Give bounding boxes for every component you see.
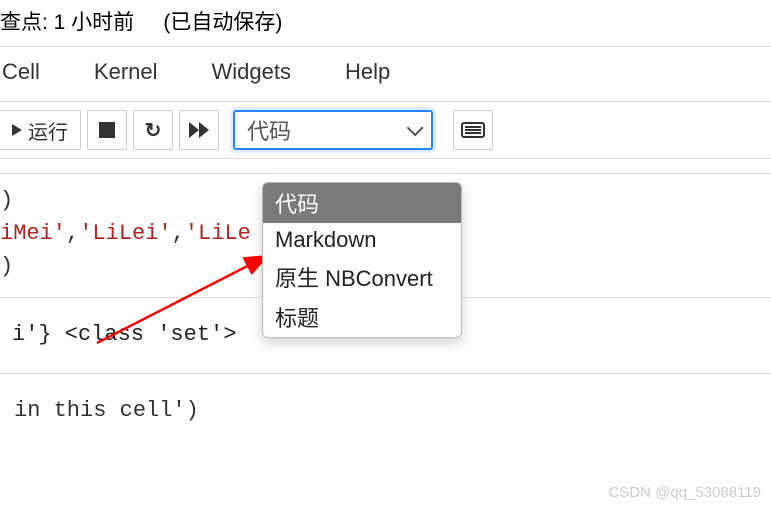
restart-button[interactable]: ↻ (133, 110, 173, 150)
cell-type-select[interactable]: 代码 (233, 110, 433, 150)
menu-kernel[interactable]: Kernel (92, 55, 160, 89)
code-line: ) (0, 254, 13, 279)
run-all-button[interactable] (179, 110, 219, 150)
menu-bar: Cell Kernel Widgets Help (0, 46, 771, 102)
fast-forward-icon (189, 122, 209, 138)
menu-help[interactable]: Help (343, 55, 392, 89)
code-cell[interactable]: in this cell') (0, 374, 771, 433)
command-palette-button[interactable] (453, 110, 493, 150)
toolbar: 运行 ↻ 代码 (0, 102, 771, 159)
code-line: in this cell') (14, 398, 199, 423)
cell-type-value: 代码 (247, 114, 291, 146)
dropdown-option-heading[interactable]: 标题 (263, 297, 461, 337)
keyboard-icon (461, 122, 485, 138)
stop-icon (99, 122, 115, 138)
code-line: ) (0, 188, 13, 213)
run-label: 运行 (28, 116, 68, 145)
output-text: i'} <class 'set'> (12, 322, 236, 347)
checkpoint-text: 查点: 1 小时前 (0, 11, 134, 34)
refresh-icon: ↻ (145, 118, 162, 143)
string-literal: iMei' (0, 221, 66, 246)
string-literal: 'LiLei' (79, 221, 171, 246)
dropdown-option-code[interactable]: 代码 (263, 183, 461, 223)
autosave-text: (已自动保存) (163, 11, 282, 34)
string-literal: 'LiLe (185, 221, 251, 246)
menu-widgets[interactable]: Widgets (210, 55, 293, 89)
dropdown-option-markdown[interactable]: Markdown (263, 223, 461, 257)
chevron-down-icon (407, 119, 424, 136)
play-icon (12, 124, 22, 136)
menu-cell[interactable]: Cell (0, 55, 42, 89)
watermark: CSDN @qq_53088119 (608, 484, 761, 501)
stop-button[interactable] (87, 110, 127, 150)
dropdown-option-nbconvert[interactable]: 原生 NBConvert (263, 257, 461, 297)
cell-type-dropdown: 代码 Markdown 原生 NBConvert 标题 (262, 182, 462, 338)
run-button[interactable]: 运行 (0, 110, 81, 150)
